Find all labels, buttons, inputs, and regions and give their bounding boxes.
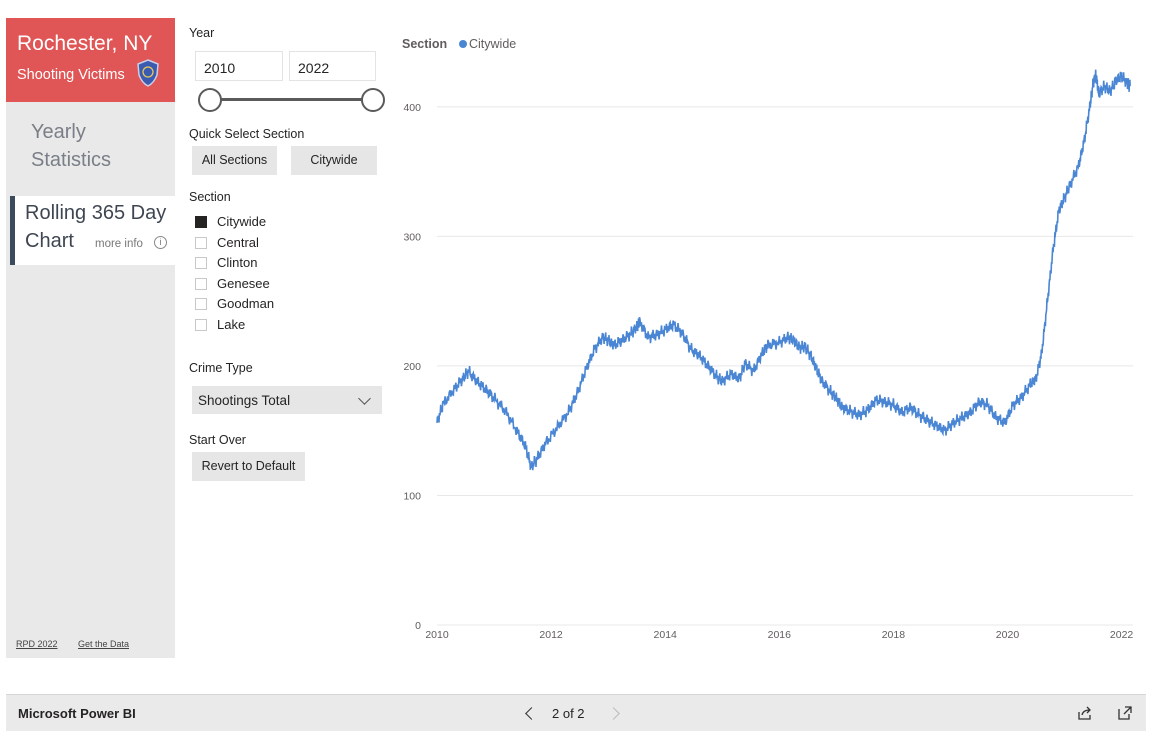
- year-slider-track[interactable]: [208, 98, 372, 101]
- section-option-label: Goodman: [217, 296, 275, 311]
- y-tick-label: 0: [415, 620, 421, 632]
- section-option-label: Citywide: [217, 214, 267, 229]
- nav-yearly-statistics[interactable]: Yearly Statistics: [31, 118, 161, 174]
- y-tick-label: 100: [403, 490, 421, 502]
- x-tick-label: 2012: [539, 629, 563, 641]
- get-data-link[interactable]: Get the Data: [78, 639, 129, 649]
- checkbox[interactable]: [195, 257, 207, 269]
- start-over-label: Start Over: [189, 433, 246, 447]
- nav-rolling-chart[interactable]: Rolling 365 Day Chart more info i: [10, 196, 175, 265]
- series-line-citywide[interactable]: [436, 69, 1131, 471]
- powerbi-footer-bar: Microsoft Power BI 2 of 2: [6, 694, 1146, 731]
- x-tick-label: 2010: [425, 629, 449, 641]
- all-sections-button[interactable]: All Sections: [192, 146, 277, 175]
- powerbi-brand[interactable]: Microsoft Power BI: [18, 706, 136, 721]
- report-subtitle: Shooting Victims: [17, 67, 125, 83]
- checkbox[interactable]: [195, 236, 207, 249]
- report-nav-panel: Rochester, NY Shooting Victims Yearly St…: [6, 18, 175, 658]
- rolling-line-chart[interactable]: 0 100 200 300 400 2010 2012 2014 2016 2018 2020 202…: [395, 28, 1145, 653]
- info-icon[interactable]: i: [154, 236, 167, 249]
- crime-type-dropdown[interactable]: Shootings Total: [192, 386, 382, 414]
- x-tick-label: 2014: [654, 629, 678, 641]
- citywide-button[interactable]: Citywide: [291, 146, 377, 175]
- prev-page-icon[interactable]: [525, 707, 538, 720]
- nav-yearly-line1: Yearly: [31, 121, 86, 143]
- rpd-link[interactable]: RPD 2022: [16, 639, 58, 649]
- section-option-label: Clinton: [217, 255, 258, 270]
- nav-yearly-line2: Statistics: [31, 149, 112, 171]
- checkbox[interactable]: [195, 298, 207, 310]
- year-end-input[interactable]: 2022: [289, 51, 376, 81]
- fullscreen-icon[interactable]: [1117, 705, 1133, 721]
- crime-type-label: Crime Type: [189, 361, 253, 375]
- section-option-label: Central: [217, 234, 259, 250]
- checkbox[interactable]: [195, 318, 207, 331]
- more-info-link[interactable]: more info: [95, 238, 143, 250]
- y-tick-label: 300: [403, 231, 421, 243]
- year-label: Year: [189, 26, 215, 40]
- y-tick-label: 200: [403, 361, 421, 373]
- section-option-label: Genesee: [217, 275, 270, 291]
- police-badge-icon: [137, 59, 159, 87]
- nav-rolling-line1: Rolling 365 Day: [25, 202, 167, 224]
- x-tick-label: 2016: [768, 629, 792, 641]
- chevron-down-icon: [358, 392, 371, 405]
- y-tick-label: 400: [403, 102, 421, 114]
- next-page-icon[interactable]: [607, 707, 620, 720]
- nav-rolling-line2: Chart: [25, 230, 74, 252]
- checkbox[interactable]: [195, 277, 207, 290]
- page-indicator: 2 of 2: [552, 706, 585, 721]
- x-tick-label: 2020: [996, 629, 1020, 641]
- share-icon[interactable]: [1077, 705, 1093, 721]
- section-label: Section: [189, 190, 231, 204]
- checkbox[interactable]: [195, 216, 207, 228]
- city-title: Rochester, NY: [17, 32, 153, 55]
- report-header: Rochester, NY Shooting Victims: [6, 18, 175, 102]
- crime-type-value: Shootings Total: [198, 393, 291, 408]
- x-tick-label: 2018: [882, 629, 906, 641]
- revert-to-default-button[interactable]: Revert to Default: [192, 452, 305, 481]
- x-tick-label: 2022: [1110, 629, 1134, 641]
- year-slider-start-handle[interactable]: [198, 88, 222, 112]
- year-start-input[interactable]: 2010: [195, 51, 283, 81]
- year-slider-end-handle[interactable]: [361, 88, 385, 112]
- section-option-label: Lake: [217, 316, 246, 332]
- quick-select-label: Quick Select Section: [189, 127, 305, 141]
